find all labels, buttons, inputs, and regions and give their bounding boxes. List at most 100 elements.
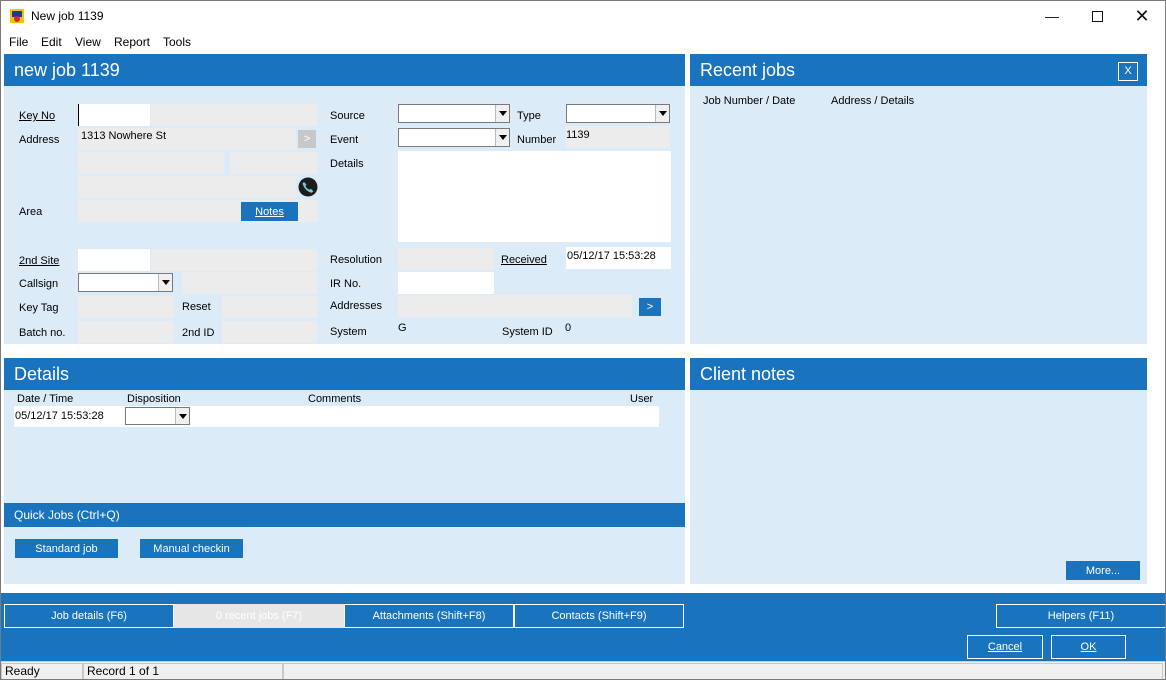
app-window: New job 1139 — ✕ File Edit View Report T…: [0, 0, 1166, 680]
event-label: Event: [330, 134, 359, 146]
details-col-datetime-text: Date / Time: [17, 393, 74, 405]
number-label: Number: [517, 134, 557, 146]
menu-edit[interactable]: Edit: [41, 35, 62, 49]
status-empty: [283, 663, 1163, 679]
details-heading: Details: [4, 358, 685, 390]
key-tag-label: Key Tag: [19, 302, 59, 314]
details-row[interactable]: [14, 406, 659, 427]
source-select[interactable]: [398, 104, 510, 123]
address-label: Address: [19, 134, 60, 146]
status-bar: Ready Record 1 of 1: [1, 661, 1165, 679]
close-icon[interactable]: ✕: [1119, 1, 1165, 31]
ir-no-label: IR No.: [330, 278, 362, 290]
status-record: Record 1 of 1: [83, 663, 283, 679]
phone-icon[interactable]: [298, 177, 318, 197]
quick-jobs-heading: Quick Jobs (Ctrl+Q): [4, 503, 685, 527]
window-title: New job 1139: [31, 9, 104, 23]
chevron-down-icon: [655, 105, 669, 122]
tab-recent-jobs[interactable]: 0 recent jobs (F7): [174, 604, 344, 628]
notes-button-label: Notes: [255, 205, 284, 218]
menu-view[interactable]: View: [75, 35, 101, 49]
manual-checkin-button[interactable]: Manual checkin: [140, 539, 243, 558]
system-label: System: [330, 326, 367, 338]
more-button[interactable]: More...: [1066, 561, 1140, 580]
chevron-down-icon: [175, 408, 189, 424]
batch-no-field[interactable]: [78, 321, 174, 343]
details-textarea[interactable]: [398, 151, 671, 242]
resolution-label: Resolution: [330, 254, 382, 266]
details-col-datetime: Date / Time: [17, 393, 73, 405]
address-line-4[interactable]: [78, 176, 296, 198]
second-site-extra-field: [151, 249, 317, 271]
key-tag-field[interactable]: [78, 296, 174, 318]
address-more-button[interactable]: >: [298, 130, 316, 148]
ir-no-input[interactable]: [398, 272, 494, 294]
system-value: G: [398, 322, 407, 334]
second-site-label: 2nd Site: [19, 255, 60, 267]
recent-jobs-panel: Recent jobs X Job Number / Date Address …: [690, 54, 1147, 344]
recent-col-address: Address / Details: [831, 95, 915, 107]
addresses-label: Addresses: [330, 300, 382, 312]
quick-jobs-panel: Quick Jobs (Ctrl+Q) Standard job Manual …: [4, 503, 685, 584]
menu-tools[interactable]: Tools: [163, 35, 191, 49]
details-panel: Details Date / Time Disposition Comments…: [4, 358, 685, 503]
address-field[interactable]: 1313 Nowhere St: [78, 128, 296, 150]
details-label: Details: [330, 158, 364, 170]
menu-bar: File Edit View Report Tools: [1, 31, 1165, 51]
chevron-down-icon: [495, 105, 509, 122]
tab-job-details[interactable]: Job details (F6): [4, 604, 174, 628]
system-id-label: System ID: [502, 326, 553, 338]
received-label: Received: [501, 254, 547, 266]
chevron-down-icon: [495, 129, 509, 146]
received-field[interactable]: 05/12/17 15:53:28: [566, 247, 671, 269]
area-label: Area: [19, 206, 43, 218]
second-site-input[interactable]: [78, 249, 150, 271]
details-col-disposition: Disposition: [127, 393, 181, 405]
key-no-label: Key No: [19, 110, 56, 122]
addresses-more-button[interactable]: >: [639, 298, 661, 316]
details-col-user: User: [630, 393, 654, 405]
system-id-value: 0: [565, 322, 572, 334]
recent-jobs-close-button[interactable]: X: [1118, 62, 1138, 81]
app-logo-icon: [10, 9, 24, 23]
second-id-field[interactable]: [222, 321, 317, 343]
ok-button[interactable]: OK: [1051, 635, 1126, 659]
job-panel: new job 1139 Key No Address 1313 Nowhere…: [4, 54, 685, 344]
type-label: Type: [517, 110, 541, 122]
client-notes-panel: Client notes More...: [690, 358, 1147, 584]
tab-attachments[interactable]: Attachments (Shift+F8): [344, 604, 514, 628]
client-notes-heading: Client notes: [690, 358, 1147, 390]
callsign-label: Callsign: [19, 278, 59, 290]
tab-helpers[interactable]: Helpers (F11): [996, 604, 1165, 628]
second-id-label: 2nd ID: [182, 327, 215, 339]
callsign-select[interactable]: [78, 273, 173, 292]
maximize-icon[interactable]: [1074, 1, 1120, 31]
standard-job-button[interactable]: Standard job: [15, 539, 118, 558]
job-panel-heading: new job 1139: [4, 54, 685, 86]
menu-file[interactable]: File: [9, 35, 28, 49]
addresses-field[interactable]: [398, 295, 632, 317]
minimize-icon[interactable]: —: [1029, 1, 1075, 31]
recent-col-job-number: Job Number / Date: [703, 95, 796, 107]
key-no-input[interactable]: [78, 104, 150, 126]
title-bar: New job 1139 — ✕: [1, 1, 1165, 31]
callsign-extra-field: [182, 272, 317, 294]
details-row-datetime: 05/12/17 15:53:28: [15, 410, 104, 422]
resolution-field[interactable]: [398, 248, 494, 270]
cancel-button[interactable]: Cancel: [967, 635, 1043, 659]
tab-contacts[interactable]: Contacts (Shift+F9): [514, 604, 684, 628]
recent-jobs-heading: Recent jobs: [690, 54, 1147, 86]
cancel-button-label: Cancel: [987, 641, 1023, 653]
address-line-2[interactable]: [78, 152, 224, 174]
reset-field[interactable]: [222, 296, 317, 318]
status-ready: Ready: [1, 663, 83, 679]
disposition-select[interactable]: [125, 407, 190, 425]
event-select[interactable]: [398, 128, 510, 147]
key-no-extra-field: [151, 104, 317, 126]
ok-button-label: OK: [1080, 641, 1097, 653]
type-select[interactable]: [566, 104, 670, 123]
menu-report[interactable]: Report: [114, 35, 150, 49]
notes-button[interactable]: Notes: [241, 202, 298, 221]
source-label: Source: [330, 110, 365, 122]
address-line-3[interactable]: [230, 152, 317, 174]
